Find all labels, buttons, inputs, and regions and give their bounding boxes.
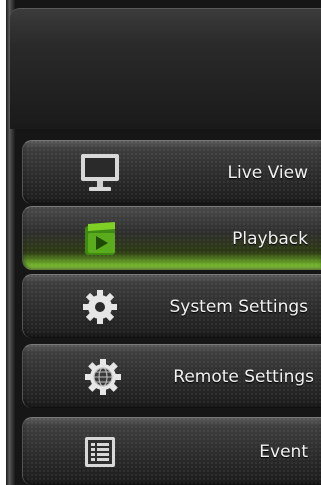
monitor-icon: [81, 153, 119, 191]
app-frame: Live View Playback System Settings Remot…: [0, 0, 321, 485]
menu-item-event[interactable]: Event: [22, 417, 321, 485]
menu-item-remote-settings[interactable]: Remote Settings: [22, 344, 321, 408]
menu-item-label: Playback: [232, 228, 308, 249]
gear-icon: [83, 289, 117, 324]
menu-item-playback[interactable]: Playback: [22, 206, 321, 270]
header-area: [10, 8, 321, 129]
list-icon: [85, 436, 115, 467]
menu-item-label: Live View: [227, 162, 308, 183]
menu-item-label: System Settings: [169, 296, 308, 317]
menu-item-live-view[interactable]: Live View: [22, 140, 321, 204]
menu-item-label: Remote Settings: [173, 366, 314, 387]
menu-item-label: Event: [259, 441, 308, 462]
playback-icon: [85, 221, 115, 255]
menu-item-system-settings[interactable]: System Settings: [22, 274, 321, 338]
globe-gear-icon: [85, 358, 121, 395]
